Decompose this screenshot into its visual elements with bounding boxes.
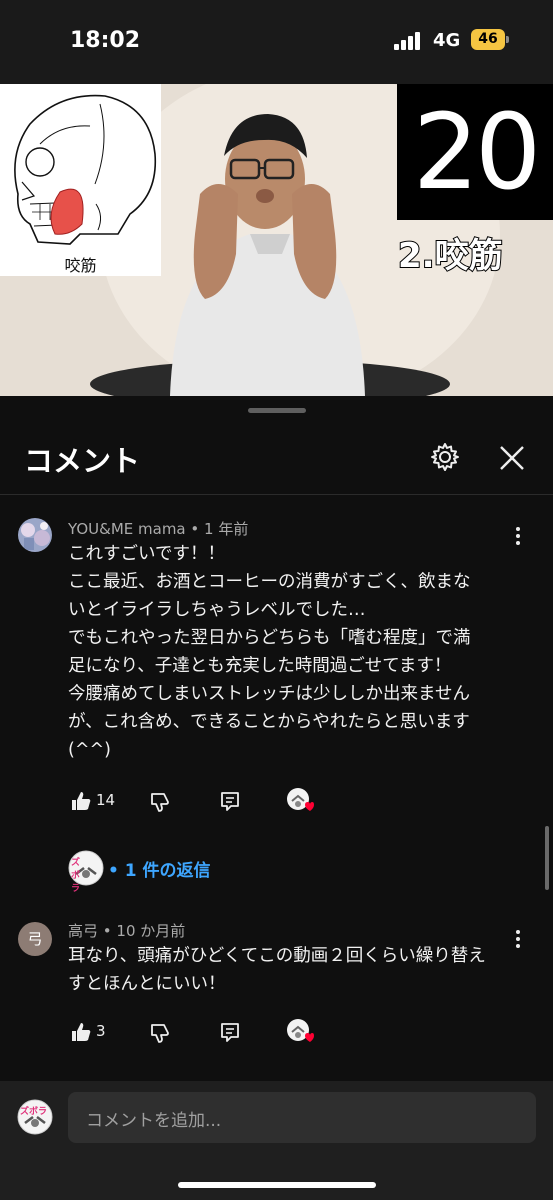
skull-illustration — [14, 94, 157, 245]
meta-separator: • — [102, 922, 117, 940]
home-indicator[interactable] — [178, 1182, 376, 1188]
comment-time: 1 年前 — [204, 520, 249, 538]
battery-icon: 46 — [471, 29, 505, 50]
sheet-title: コメント — [24, 444, 141, 478]
comment-text: 耳なり、頭痛がひどくてこの動画２回くらい繰り替え すとほんとにいい！ — [68, 942, 528, 998]
signal-icon — [394, 32, 424, 50]
like-icon[interactable] — [70, 789, 92, 813]
skull-diagram: 咬筋 — [0, 84, 161, 276]
avatar[interactable]: 弓 — [18, 922, 52, 956]
dislike-icon[interactable] — [149, 1022, 171, 1046]
comment-line: これすごいです！！ — [68, 544, 225, 564]
replies-link[interactable]: • 1 件の返信 — [108, 856, 211, 881]
comment-line: (^^) — [68, 740, 111, 760]
user-avatar-text: ズボラ — [20, 1107, 48, 1117]
comment-author[interactable]: 高弓 — [68, 922, 98, 940]
comment-line: でもこれやった翌日からどちらも「嗜む程度」で満 — [68, 628, 471, 648]
close-icon[interactable] — [498, 444, 526, 472]
meta-separator: • — [190, 520, 205, 538]
like-count: 3 — [96, 1022, 106, 1040]
creator-heart-icon — [287, 1019, 314, 1042]
video-player[interactable]: 咬筋 20 2.咬筋 — [0, 84, 553, 396]
avatar-image — [18, 518, 52, 552]
comment-line: いとイライラしちゃうレベルでした… — [68, 600, 366, 620]
skull-label: 咬筋 — [64, 256, 97, 275]
reply-icon[interactable] — [219, 789, 241, 813]
status-bar: 18:02 4G 46 — [0, 0, 553, 84]
scrollbar[interactable] — [545, 826, 549, 890]
comment-input[interactable]: コメントを追加... — [68, 1092, 536, 1143]
network-type: 4G — [433, 30, 461, 51]
battery-tip — [506, 36, 509, 43]
avatar[interactable] — [18, 518, 52, 552]
muscle-label: 2.咬筋 — [397, 235, 504, 277]
comment-line: 今腰痛めてしまいストレッチは少ししか出来ません — [68, 684, 470, 704]
comment-line: 耳なり、頭痛がひどくてこの動画２回くらい繰り替え — [68, 946, 486, 966]
dislike-icon[interactable] — [149, 791, 171, 815]
comment-input-placeholder: コメントを追加... — [86, 1111, 222, 1131]
step-number-box: 20 — [397, 84, 553, 220]
comment-line: すとほんとにいい！ — [68, 974, 226, 994]
gear-icon[interactable] — [430, 442, 460, 472]
comment-line: 足になり、子達とも充実した時間過ごせてます！ — [68, 656, 452, 676]
creator-avatar-text: ズボラ — [71, 858, 81, 894]
comment-line: ここ最近、お酒とコーヒーの消費がすごく、飲まな — [68, 572, 471, 592]
header-divider — [0, 494, 553, 495]
like-icon[interactable] — [70, 1020, 92, 1044]
comment-author[interactable]: YOU&ME mama — [68, 520, 186, 538]
comment-text: これすごいです！！ ここ最近、お酒とコーヒーの消費がすごく、飲まな いとイライラ… — [68, 540, 528, 764]
reply-icon[interactable] — [219, 1020, 241, 1044]
creator-heart-icon — [287, 788, 314, 811]
like-count: 14 — [96, 791, 116, 809]
comment-meta: YOU&ME mama • 1 年前 — [68, 518, 248, 539]
status-time: 18:02 — [70, 28, 141, 53]
comment-time: 10 か月前 — [116, 922, 186, 940]
comment-line: が、これ含め、できることからやれたらと思います — [68, 712, 470, 732]
drag-handle[interactable] — [248, 408, 306, 413]
step-number: 20 — [412, 91, 541, 213]
comment-meta: 高弓 • 10 か月前 — [68, 920, 185, 941]
comment-input-bar: ズボラ コメントを追加... — [0, 1081, 553, 1200]
